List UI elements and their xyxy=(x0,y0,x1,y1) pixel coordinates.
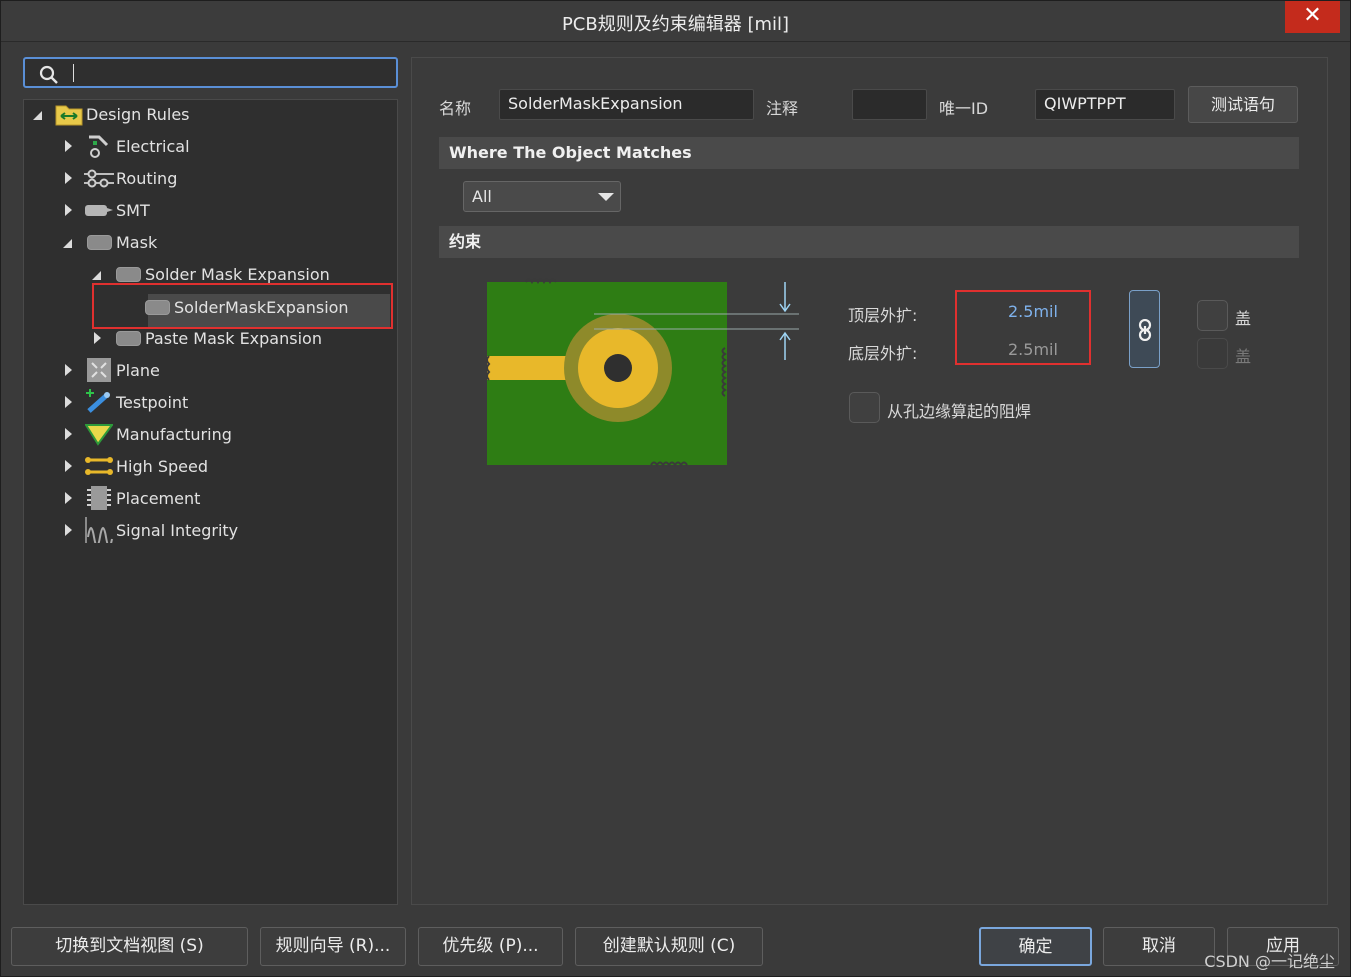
collapse-arrow-icon[interactable] xyxy=(62,235,76,249)
collapse-arrow-icon[interactable] xyxy=(32,107,46,121)
close-button[interactable]: ✕ xyxy=(1285,0,1340,33)
link-toggle-button[interactable] xyxy=(1129,290,1160,368)
where-object-matches-header: Where The Object Matches xyxy=(439,137,1299,169)
tree-node-plane[interactable]: Plane xyxy=(62,355,160,385)
tree-node-high-speed[interactable]: High Speed xyxy=(62,451,208,481)
signal-integrity-icon xyxy=(84,517,114,543)
tree-label: Paste Mask Expansion xyxy=(145,328,322,348)
expand-arrow-icon[interactable] xyxy=(62,523,76,537)
placement-icon xyxy=(84,485,114,511)
bottom-expansion-label: 底层外扩: xyxy=(848,344,918,363)
expand-arrow-icon[interactable] xyxy=(62,459,76,473)
cancel-button[interactable]: 取消 xyxy=(1103,927,1215,966)
high-speed-icon xyxy=(84,453,114,479)
tree-node-placement[interactable]: Placement xyxy=(62,483,200,513)
window-title: PCB规则及约束编辑器 [mil] xyxy=(561,14,790,35)
expand-arrow-icon[interactable] xyxy=(62,427,76,441)
expand-arrow-icon[interactable] xyxy=(62,491,76,505)
chevron-down-icon xyxy=(598,193,614,201)
tree-label: Placement xyxy=(116,488,201,508)
from-hole-edge-checkbox[interactable] xyxy=(849,392,880,423)
uid-label: 唯一ID xyxy=(939,99,989,118)
highlight-box xyxy=(955,290,1091,365)
tent-bottom-label: 盖 xyxy=(1235,347,1252,366)
electrical-icon xyxy=(84,133,114,159)
search-icon xyxy=(39,65,59,89)
tree-node-routing[interactable]: Routing xyxy=(62,163,177,193)
expand-arrow-icon[interactable] xyxy=(62,139,76,153)
from-hole-edge-label: 从孔边缘算起的阻焊 xyxy=(887,402,1032,421)
highlight-box xyxy=(92,283,393,329)
priority-button[interactable]: 优先级 (P)... xyxy=(418,927,563,966)
plane-icon xyxy=(84,357,114,383)
tent-top-checkbox[interactable] xyxy=(1197,300,1228,331)
chain-link-icon xyxy=(1138,319,1152,341)
tree-label: Solder Mask Expansion xyxy=(145,264,330,284)
tree-node-manufacturing[interactable]: Manufacturing xyxy=(62,419,232,449)
expand-arrow-icon[interactable] xyxy=(62,395,76,409)
design-rules-icon xyxy=(54,101,84,127)
watermark: CSDN @一记绝尘 xyxy=(1204,952,1335,971)
ok-button[interactable]: 确定 xyxy=(979,927,1092,966)
tree-label: Plane xyxy=(116,360,160,380)
smt-icon xyxy=(84,197,114,223)
tree-node-design-rules[interactable]: Design Rules xyxy=(32,99,190,129)
constraints-header: 约束 xyxy=(439,226,1299,258)
tree-node-smt[interactable]: SMT xyxy=(62,195,150,225)
testpoint-icon xyxy=(84,389,114,415)
mask-icon xyxy=(84,229,114,255)
tree-label: Electrical xyxy=(116,136,190,156)
tree-label: Design Rules xyxy=(86,104,190,124)
name-label: 名称 xyxy=(439,99,472,118)
test-query-button[interactable]: 测试语句 xyxy=(1188,86,1298,123)
expand-arrow-icon[interactable] xyxy=(62,363,76,377)
tree-node-electrical[interactable]: Electrical xyxy=(62,131,190,161)
tree-label: SMT xyxy=(116,200,150,220)
tree-node-testpoint[interactable]: Testpoint xyxy=(62,387,188,417)
collapse-arrow-icon[interactable] xyxy=(91,267,105,281)
manufacturing-icon xyxy=(84,421,114,447)
switch-document-view-button[interactable]: 切换到文档视图 (S) xyxy=(11,927,248,966)
comment-field[interactable] xyxy=(852,89,927,120)
tree-label: Routing xyxy=(116,168,178,188)
uid-field[interactable]: QIWPTPPT xyxy=(1035,89,1175,120)
tent-bottom-checkbox[interactable] xyxy=(1197,338,1228,369)
rule-wizard-button[interactable]: 规则向导 (R)... xyxy=(260,927,406,966)
top-expansion-label: 顶层外扩: xyxy=(848,306,918,325)
match-dropdown[interactable]: All xyxy=(463,181,621,212)
expand-arrow-icon[interactable] xyxy=(62,203,76,217)
solder-mask-diagram xyxy=(486,278,799,467)
expand-arrow-icon[interactable] xyxy=(62,171,76,185)
search-input[interactable] xyxy=(23,57,398,88)
tent-top-label: 盖 xyxy=(1235,309,1252,328)
tree-label: Mask xyxy=(116,232,158,252)
tree-label: Manufacturing xyxy=(116,424,232,444)
name-field[interactable]: SolderMaskExpansion xyxy=(499,89,754,120)
tree-node-mask[interactable]: Mask xyxy=(62,227,157,257)
create-default-rules-button[interactable]: 创建默认规则 (C) xyxy=(575,927,763,966)
title-bar: PCB规则及约束编辑器 [mil] ✕ xyxy=(0,0,1351,42)
dropdown-value: All xyxy=(472,187,492,206)
expand-arrow-icon[interactable] xyxy=(91,331,105,345)
routing-icon xyxy=(84,165,114,191)
comment-label: 注释 xyxy=(766,99,799,118)
tree-node-signal-integrity[interactable]: Signal Integrity xyxy=(62,515,238,545)
tree-label: Signal Integrity xyxy=(116,520,239,540)
tree-label: High Speed xyxy=(116,456,209,476)
tree-label: Testpoint xyxy=(116,392,189,412)
text-cursor xyxy=(73,64,74,82)
